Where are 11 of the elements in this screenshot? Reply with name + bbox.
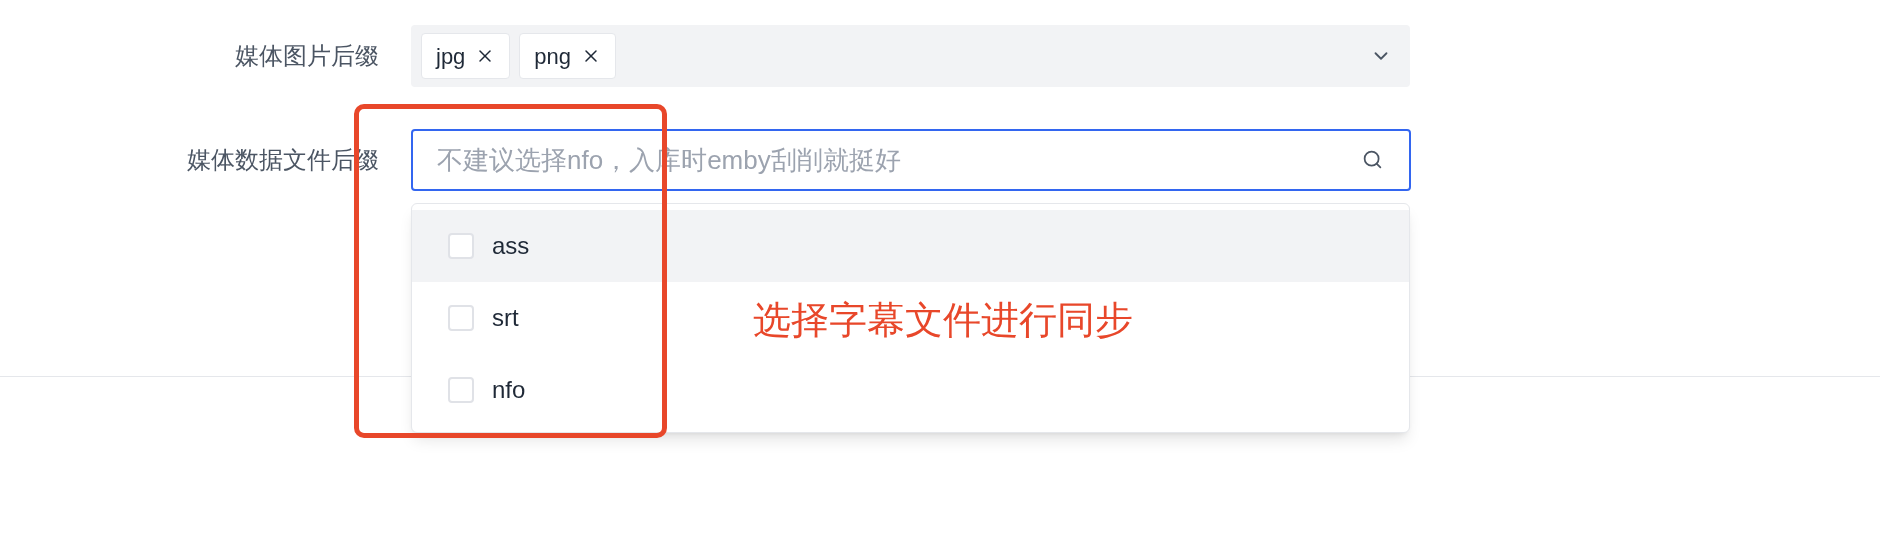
dropdown-option[interactable]: ass bbox=[412, 210, 1409, 282]
dropdown-option[interactable]: nfo bbox=[412, 354, 1409, 426]
checkbox[interactable] bbox=[448, 377, 474, 403]
search-icon bbox=[1362, 149, 1383, 170]
tag: jpg bbox=[421, 33, 511, 79]
field-label: 媒体图片后缀 bbox=[235, 41, 379, 71]
checkbox[interactable] bbox=[448, 233, 474, 259]
tag-select[interactable]: jpg png bbox=[411, 25, 1410, 87]
annotation-text: 选择字幕文件进行同步 bbox=[753, 298, 1133, 343]
tag: png bbox=[519, 33, 617, 79]
checkbox[interactable] bbox=[448, 305, 474, 331]
